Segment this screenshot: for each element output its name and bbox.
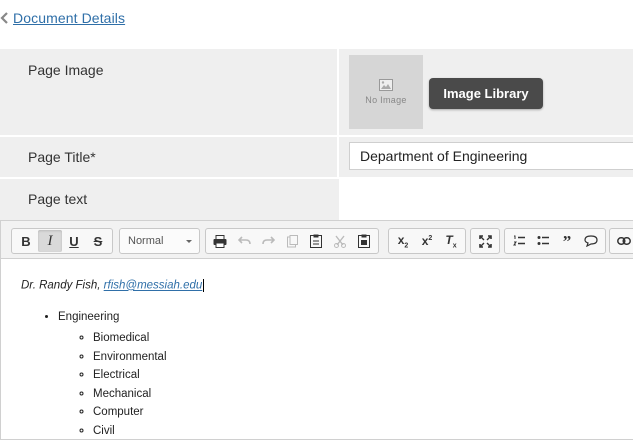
bold-icon[interactable]: B xyxy=(14,230,38,252)
paste-icon[interactable] xyxy=(280,230,304,252)
maximize-icon[interactable] xyxy=(473,230,497,252)
image-thumbnail[interactable]: No Image xyxy=(349,55,423,129)
italic-icon[interactable]: I xyxy=(38,230,62,252)
numbered-list-icon[interactable] xyxy=(507,230,531,252)
bulleted-list-icon[interactable] xyxy=(531,230,555,252)
department-list: Engineering Biomedical Environmental Ele… xyxy=(21,309,633,440)
text-cursor xyxy=(203,279,205,292)
back-link[interactable]: Document Details xyxy=(0,8,125,28)
print-icon[interactable] xyxy=(208,230,232,252)
page-image-label: Page Image xyxy=(0,49,339,135)
page-title-label: Page Title* xyxy=(0,137,339,177)
back-link-label[interactable]: Document Details xyxy=(13,10,125,26)
view-group xyxy=(470,228,500,254)
list-item-label: Engineering xyxy=(58,311,120,323)
page-title-input[interactable] xyxy=(349,142,633,170)
page-text-row: Page text xyxy=(0,177,633,220)
speech-bubble-icon[interactable] xyxy=(579,230,603,252)
image-library-button[interactable]: Image Library xyxy=(429,78,543,109)
document-form: Page Image No Image Image Library Page T… xyxy=(0,47,633,220)
editor-content[interactable]: Dr. Randy Fish, rfish@messiah.edu Engine… xyxy=(1,259,633,440)
author-email-link[interactable]: rfish@messiah.edu xyxy=(104,280,203,292)
page-image-row: Page Image No Image Image Library xyxy=(0,47,633,135)
block-group: ” xyxy=(504,228,606,254)
list-item: Biomedical xyxy=(93,329,633,348)
paste-word-icon[interactable] xyxy=(352,230,376,252)
subscript-icon[interactable]: x2 xyxy=(391,230,415,252)
list-item: Computer xyxy=(93,403,633,422)
format-dropdown-value: Normal xyxy=(128,235,164,247)
editor-toolbar: B I U S Normal x2 x2 Tx ” xyxy=(1,221,633,259)
script-group: x2 x2 Tx xyxy=(388,228,466,254)
strikethrough-icon[interactable]: S xyxy=(86,230,110,252)
page-text-label: Page text xyxy=(0,179,339,220)
author-name: Dr. Randy Fish, xyxy=(21,279,101,292)
list-item: Environmental xyxy=(93,348,633,367)
blockquote-icon[interactable]: ” xyxy=(555,230,579,252)
clipboard-group xyxy=(205,228,379,254)
author-line: Dr. Randy Fish, rfish@messiah.edu xyxy=(21,279,633,292)
page-title-row: Page Title* xyxy=(0,135,633,177)
undo-icon[interactable] xyxy=(232,230,256,252)
sub-list: Biomedical Environmental Electrical Mech… xyxy=(58,329,633,440)
cut-icon[interactable] xyxy=(328,230,352,252)
image-placeholder-icon xyxy=(379,79,393,91)
page-image-value: No Image Image Library xyxy=(339,49,633,135)
rich-text-editor: B I U S Normal x2 x2 Tx ” Dr. Randy Fish… xyxy=(0,220,633,440)
paste-text-icon[interactable] xyxy=(304,230,328,252)
format-dropdown[interactable]: Normal xyxy=(119,228,200,254)
list-item: Electrical xyxy=(93,366,633,385)
text-style-group: B I U S xyxy=(11,228,113,254)
list-item: Civil xyxy=(93,422,633,440)
underline-icon[interactable]: U xyxy=(62,230,86,252)
no-image-text: No Image xyxy=(365,95,407,105)
page-title-value xyxy=(339,137,633,177)
dropdown-arrow-icon xyxy=(186,240,192,243)
remove-format-icon[interactable]: Tx xyxy=(439,230,463,252)
list-item: Mechanical xyxy=(93,385,633,404)
superscript-icon[interactable]: x2 xyxy=(415,230,439,252)
link-icon[interactable] xyxy=(612,230,633,252)
chevron-left-icon xyxy=(0,12,8,24)
redo-icon[interactable] xyxy=(256,230,280,252)
list-item: Engineering Biomedical Environmental Ele… xyxy=(58,309,633,440)
link-group xyxy=(609,228,633,254)
